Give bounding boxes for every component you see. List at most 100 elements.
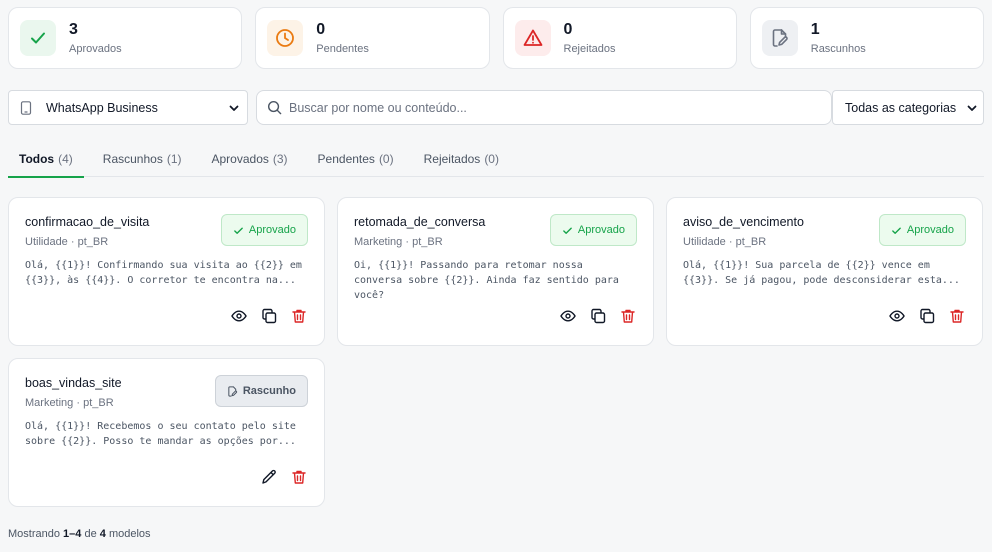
duplicate-button[interactable] — [260, 307, 278, 325]
status-badge: Aprovado — [220, 214, 308, 246]
status-badge: Aprovado — [878, 214, 966, 246]
copy-icon — [920, 308, 935, 324]
channel-select-value: WhatsApp Business — [46, 100, 158, 115]
stat-label: Rascunhos — [810, 42, 866, 55]
stat-count: 1 — [810, 20, 820, 38]
status-badge-label: Aprovado — [577, 224, 625, 236]
tab-label: Todos — [19, 152, 55, 166]
clock-icon — [267, 20, 304, 56]
trash-icon — [621, 309, 635, 323]
tab-count: (3) — [272, 152, 288, 166]
tab-count: (1) — [166, 152, 182, 166]
tab-rejected[interactable]: Rejeitados (0) — [413, 141, 510, 177]
category-select-value: Todas as categorias — [845, 100, 957, 115]
duplicate-button[interactable] — [918, 307, 936, 325]
tab-label: Rascunhos — [102, 152, 163, 166]
eye-icon — [560, 310, 576, 322]
duplicate-button[interactable] — [589, 307, 607, 325]
pencil-icon — [262, 469, 276, 484]
tab-count: (4) — [58, 152, 73, 166]
tab-approved[interactable]: Aprovados (3) — [201, 141, 299, 177]
copy-icon — [591, 308, 606, 324]
status-badge-label: Aprovado — [906, 224, 954, 236]
template-meta: Marketing · pt_BR — [25, 397, 114, 409]
template-card[interactable]: confirmacao_de_visita Utilidade · pt_BR … — [8, 197, 325, 346]
pagination-summary: Mostrando 1–4 de 4 modelos — [8, 528, 151, 540]
file-edit-icon — [228, 385, 237, 397]
tab-drafts[interactable]: Rascunhos (1) — [92, 141, 193, 177]
status-tabs: Todos (4) Rascunhos (1) Aprovados (3) Pende… — [8, 141, 984, 178]
template-preview: Oi, {{1}}! Passando para retomar nossa c… — [354, 260, 619, 301]
tab-label: Pendentes — [317, 152, 375, 166]
chevron-down-icon — [229, 105, 239, 111]
stat-rejected: 0 Rejeitados — [502, 7, 737, 69]
status-badge: Rascunho — [214, 375, 308, 407]
alert-triangle-icon — [514, 20, 551, 56]
tab-pending[interactable]: Pendentes (0) — [307, 141, 405, 177]
eye-icon — [231, 310, 247, 322]
eye-icon — [889, 310, 905, 322]
check-icon — [234, 227, 243, 234]
template-card[interactable]: aviso_de_vencimento Utilidade · pt_BR Ap… — [666, 197, 983, 346]
file-edit-icon — [761, 20, 798, 56]
template-name: confirmacao_de_visita — [25, 215, 150, 229]
delete-button[interactable] — [290, 307, 308, 325]
status-badge: Aprovado — [549, 214, 637, 246]
stats-bar: 3 Aprovados 0 Pendentes 0 Rejeitados 1 R… — [8, 7, 984, 69]
footer-total: 4 — [99, 528, 106, 540]
view-button[interactable] — [888, 307, 906, 325]
view-button[interactable] — [559, 307, 577, 325]
template-name: retomada_de_conversa — [354, 215, 486, 229]
copy-icon — [262, 308, 277, 324]
stat-drafts: 1 Rascunhos — [749, 7, 984, 69]
smartphone-icon — [20, 100, 32, 115]
template-card[interactable]: boas_vindas_site Marketing · pt_BR Rascu… — [8, 358, 325, 507]
template-card[interactable]: retomada_de_conversa Marketing · pt_BR A… — [337, 197, 654, 346]
search-field[interactable] — [256, 90, 832, 125]
delete-button[interactable] — [290, 468, 308, 486]
card-actions — [559, 307, 637, 325]
footer-suffix: modelos — [108, 528, 151, 540]
trash-icon — [950, 309, 964, 323]
card-actions — [230, 307, 308, 325]
stat-label: Rejeitados — [563, 42, 616, 55]
template-name: aviso_de_vencimento — [683, 215, 804, 229]
stat-count: 3 — [69, 20, 78, 38]
view-button[interactable] — [230, 307, 248, 325]
filter-bar: WhatsApp Business Todas as categorias — [8, 90, 984, 125]
check-icon — [892, 227, 901, 234]
footer-of: de — [84, 528, 97, 540]
stat-label: Pendentes — [316, 42, 369, 55]
trash-icon — [292, 470, 306, 484]
chevron-down-icon — [967, 105, 977, 111]
card-actions — [888, 307, 966, 325]
template-meta: Marketing · pt_BR — [354, 236, 443, 248]
edit-button[interactable] — [260, 468, 278, 486]
category-select[interactable]: Todas as categorias — [832, 90, 984, 125]
trash-icon — [292, 309, 306, 323]
footer-range: 1–4 — [63, 528, 82, 540]
search-input[interactable] — [289, 100, 809, 115]
template-preview: Olá, {{1}}! Sua parcela de {{2}} vence e… — [683, 260, 960, 286]
template-meta: Utilidade · pt_BR — [683, 236, 767, 248]
stat-approved: 3 Aprovados — [8, 7, 243, 69]
search-icon — [267, 100, 282, 115]
tab-label: Rejeitados — [423, 152, 481, 166]
delete-button[interactable] — [948, 307, 966, 325]
tab-label: Aprovados — [211, 152, 269, 166]
stat-count: 0 — [316, 20, 326, 38]
channel-select[interactable]: WhatsApp Business — [8, 90, 248, 125]
card-actions — [260, 468, 308, 486]
tab-count: (0) — [378, 152, 394, 166]
stat-pending: 0 Pendentes — [255, 7, 490, 69]
stat-label: Aprovados — [69, 42, 122, 55]
tab-all[interactable]: Todos (4) — [8, 141, 84, 178]
check-icon — [563, 227, 572, 234]
template-preview: Olá, {{1}}! Confirmando sua visita ao {{… — [25, 260, 302, 286]
template-meta: Utilidade · pt_BR — [25, 236, 109, 248]
stat-count: 0 — [563, 20, 573, 38]
delete-button[interactable] — [619, 307, 637, 325]
footer-prefix: Mostrando — [8, 528, 60, 540]
status-badge-label: Rascunho — [242, 385, 296, 397]
template-name: boas_vindas_site — [25, 376, 122, 390]
